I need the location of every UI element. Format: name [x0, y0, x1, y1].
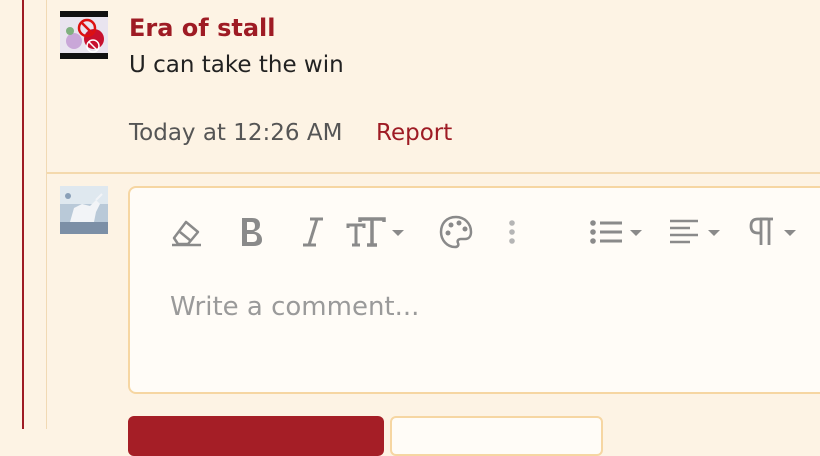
comment-author-name[interactable]: Era of stall — [129, 14, 275, 42]
paragraph-icon — [749, 217, 796, 245]
comment-input-placeholder[interactable]: Write a comment... — [170, 292, 419, 322]
bold-icon — [242, 218, 262, 246]
paragraph-format-button[interactable] — [748, 210, 808, 254]
text-size-icon — [346, 217, 404, 247]
more-options-icon — [509, 220, 515, 244]
comment-author-avatar[interactable] — [60, 11, 108, 59]
text-color-button[interactable] — [438, 210, 474, 254]
secondary-action-button[interactable] — [390, 416, 603, 456]
align-button[interactable] — [668, 210, 728, 254]
list-icon — [590, 220, 642, 244]
report-link[interactable]: Report — [376, 120, 452, 146]
bold-button[interactable] — [236, 210, 266, 254]
clear-formatting-icon — [172, 220, 201, 247]
italic-icon — [303, 217, 323, 247]
italic-button[interactable] — [298, 210, 328, 254]
thread-left-rule — [22, 0, 24, 429]
more-options-button[interactable] — [504, 210, 520, 254]
align-icon — [670, 219, 720, 244]
palette-icon — [439, 215, 473, 249]
comment-divider — [47, 172, 820, 174]
post-comment-button[interactable] — [128, 416, 384, 456]
comment-body: U can take the win — [129, 52, 344, 78]
comment-indent-rule — [46, 0, 47, 429]
comment-timestamp[interactable]: Today at 12:26 AM — [129, 120, 342, 146]
clear-formatting-button[interactable] — [168, 210, 204, 254]
current-user-avatar[interactable] — [60, 186, 108, 234]
text-size-button[interactable] — [346, 210, 410, 254]
list-button[interactable] — [588, 210, 648, 254]
